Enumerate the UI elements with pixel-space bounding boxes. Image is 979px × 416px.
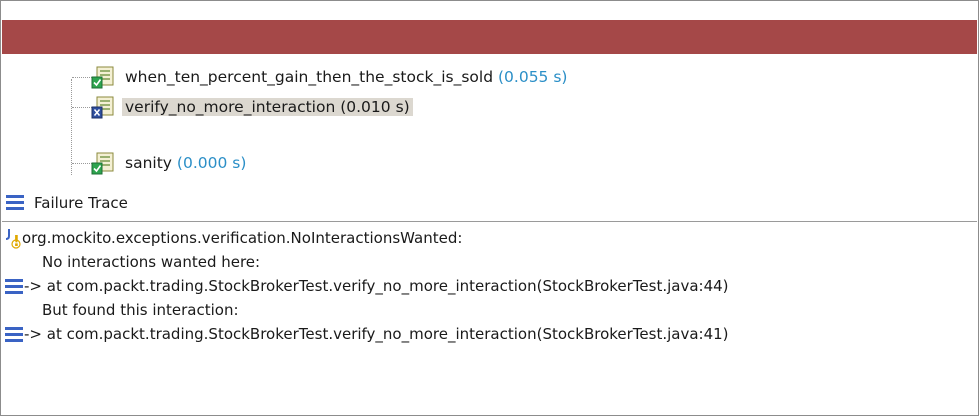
- trace-text: But found this interaction:: [42, 301, 239, 319]
- trace-text: No interactions wanted here:: [42, 253, 261, 271]
- test-passed-icon: [91, 66, 114, 89]
- divider: [2, 221, 977, 222]
- toolbar-area: [2, 2, 977, 20]
- trace-text: org.mockito.exceptions.verification.NoIn…: [22, 229, 463, 247]
- tree-item-test[interactable]: when_ten_percent_gain_then_the_stock_is_…: [2, 63, 902, 93]
- tree-item-test-selected[interactable]: verify_no_more_interaction (0.010 s): [2, 93, 902, 123]
- test-label: when_ten_percent_gain_then_the_stock_is_…: [125, 68, 568, 86]
- stack-frame-icon: [5, 327, 23, 343]
- stack-trace-icon: [6, 195, 26, 211]
- test-passed-icon: [91, 152, 114, 175]
- failure-trace-title: Failure Trace: [34, 194, 128, 212]
- test-duration: (0.000 s): [176, 154, 247, 172]
- test-duration: (0.055 s): [498, 68, 568, 86]
- failure-progress-bar: [2, 20, 977, 54]
- test-label: sanity (0.000 s): [125, 154, 247, 172]
- junit-view: when_ten_percent_gain_then_the_stock_is_…: [0, 0, 979, 416]
- tree-connector: [72, 163, 92, 164]
- stack-frame-icon: [5, 279, 23, 295]
- trace-text: -> at com.packt.trading.StockBrokerTest.…: [24, 325, 729, 343]
- tree-connector: [72, 77, 92, 78]
- test-label: verify_no_more_interaction (0.010 s): [122, 98, 413, 116]
- failure-trace-header: Failure Trace: [2, 189, 977, 217]
- test-duration: (0.010 s): [340, 98, 410, 116]
- trace-text: -> at com.packt.trading.StockBrokerTest.…: [24, 277, 729, 295]
- test-tree[interactable]: when_ten_percent_gain_then_the_stock_is_…: [2, 57, 977, 175]
- test-failed-icon: [91, 96, 114, 119]
- tree-item-test[interactable]: sanity (0.000 s): [2, 149, 902, 175]
- tree-connector: [72, 107, 92, 108]
